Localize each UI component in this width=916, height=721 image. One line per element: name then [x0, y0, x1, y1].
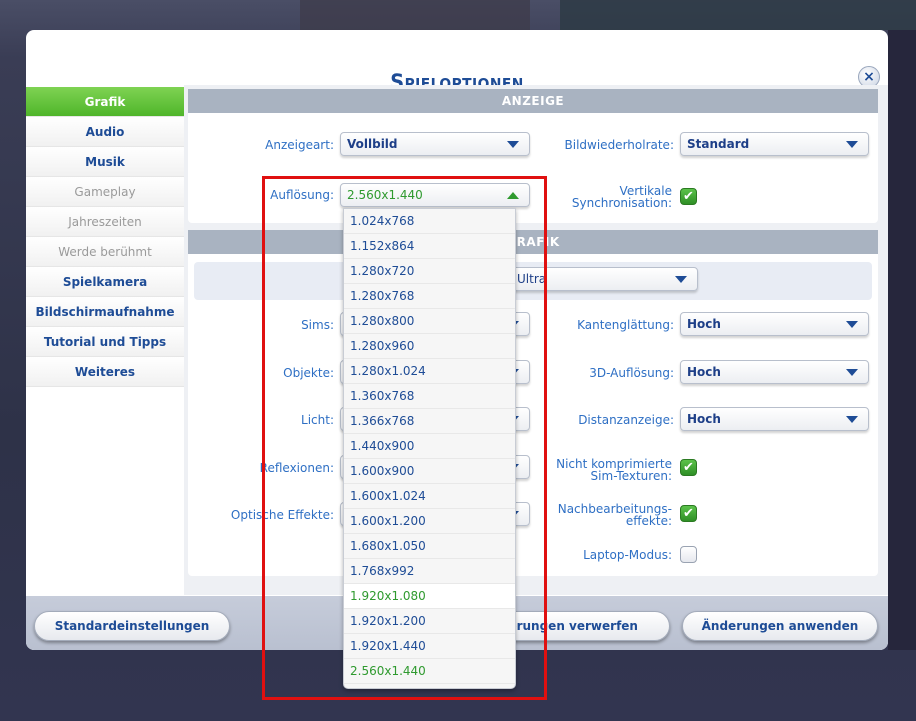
display-mode-label: Anzeigeart:	[265, 138, 334, 152]
chevron-up-icon	[507, 191, 519, 199]
graphics-preset-value: Ultra	[517, 272, 547, 286]
display-mode-value: Vollbild	[347, 137, 398, 151]
post-processing-label: Nachbearbeitungs- effekte:	[536, 503, 672, 527]
apply-changes-button[interactable]: Änderungen anwenden	[682, 611, 878, 641]
background-scene	[300, 0, 530, 30]
vsync-checkbox[interactable]: ✔	[680, 188, 697, 205]
resolution-option[interactable]: 1.920x1.080	[344, 584, 515, 609]
sidebar-item-musik[interactable]: Musik	[26, 147, 184, 177]
resolution-option[interactable]: 1.280x1.024	[344, 359, 515, 384]
draw-distance-label: Distanzanzeige:	[578, 413, 674, 427]
resolution-option[interactable]: 1.152x864	[344, 234, 515, 259]
draw-distance-value: Hoch	[687, 412, 721, 426]
chevron-down-icon	[846, 368, 858, 376]
resolution-option[interactable]: 1.280x960	[344, 334, 515, 359]
resolution-select[interactable]: 2.560x1.440	[340, 183, 530, 207]
refresh-rate-select[interactable]: Standard	[680, 132, 869, 156]
sidebar-item-gameplay[interactable]: Gameplay	[26, 177, 184, 207]
sims-label: Sims:	[301, 318, 334, 332]
light-label: Licht:	[301, 413, 334, 427]
checkmark-icon: ✔	[683, 189, 694, 204]
laptop-mode-label: Laptop-Modus:	[583, 548, 672, 562]
sidebar-item-tutorial[interactable]: Tutorial und Tipps	[26, 327, 184, 357]
uncompressed-textures-label-line2: Sim-Texturen:	[590, 469, 672, 483]
resolution-option[interactable]: 2.560x1.440	[344, 659, 515, 684]
antialiasing-select[interactable]: Hoch	[680, 312, 869, 336]
background-scene	[888, 30, 916, 650]
vsync-label-line2: Synchronisation:	[571, 196, 672, 210]
resolution-option[interactable]: 1.280x800	[344, 309, 515, 334]
graphics-preset-select[interactable]: Ultra	[510, 267, 698, 291]
refresh-rate-label: Bildwiederholrate:	[564, 138, 674, 152]
chevron-down-icon	[675, 275, 687, 283]
display-mode-select[interactable]: Vollbild	[340, 132, 530, 156]
resolution-value: 2.560x1.440	[347, 188, 423, 202]
resolution-label: Auflösung:	[270, 188, 334, 202]
sidebar-item-weiteres[interactable]: Weiteres	[26, 357, 184, 387]
reflections-label: Reflexionen:	[259, 461, 334, 475]
checkmark-icon: ✔	[683, 506, 694, 521]
display-section-header: ANZEIGE	[188, 89, 878, 113]
close-icon: ×	[863, 69, 875, 85]
resolution-option[interactable]: 1.024x768	[344, 209, 515, 234]
resolution-dropdown-list: 1.024x768 1.152x864 1.280x720 1.280x768 1.28…	[343, 208, 516, 689]
sidebar-item-bildschirmaufnahme[interactable]: Bildschirmaufnahme	[26, 297, 184, 327]
uncompressed-textures-label: Nicht komprimierte Sim-Texturen:	[536, 458, 672, 482]
sidebar-item-spielkamera[interactable]: Spielkamera	[26, 267, 184, 297]
defaults-button[interactable]: Standardeinstellungen	[34, 611, 230, 641]
laptop-mode-checkbox[interactable]	[680, 546, 697, 563]
display-section: ANZEIGE	[188, 89, 878, 223]
3d-resolution-label: 3D-Auflösung:	[589, 366, 674, 380]
background-scene	[560, 0, 916, 30]
resolution-option[interactable]: 1.768x992	[344, 559, 515, 584]
resolution-option[interactable]: 1.280x720	[344, 259, 515, 284]
vsync-label: Vertikale Synchronisation:	[546, 185, 672, 209]
sidebar-item-jahreszeiten[interactable]: Jahreszeiten	[26, 207, 184, 237]
chevron-down-icon	[846, 415, 858, 423]
resolution-option[interactable]: 1.680x1.050	[344, 534, 515, 559]
resolution-option[interactable]: 1.600x1.024	[344, 484, 515, 509]
resolution-option[interactable]: 1.600x900	[344, 459, 515, 484]
resolution-option[interactable]: 1.600x1.200	[344, 509, 515, 534]
post-processing-checkbox[interactable]: ✔	[680, 505, 697, 522]
checkmark-icon: ✔	[683, 460, 694, 475]
sidebar-item-werde-beruehmt[interactable]: Werde berühmt	[26, 237, 184, 267]
antialiasing-label: Kantenglättung:	[577, 318, 674, 332]
resolution-option[interactable]: 1.920x1.440	[344, 634, 515, 659]
refresh-rate-value: Standard	[687, 137, 750, 151]
resolution-option[interactable]: 1.440x900	[344, 434, 515, 459]
post-processing-label-line2: effekte:	[625, 514, 672, 528]
3d-resolution-value: Hoch	[687, 365, 721, 379]
options-sidebar: Grafik Audio Musik Gameplay Jahreszeiten…	[26, 87, 184, 387]
chevron-down-icon	[507, 140, 519, 148]
antialiasing-value: Hoch	[687, 317, 721, 331]
chevron-down-icon	[846, 140, 858, 148]
3d-resolution-select[interactable]: Hoch	[680, 360, 869, 384]
sidebar-item-audio[interactable]: Audio	[26, 117, 184, 147]
chevron-down-icon	[846, 320, 858, 328]
graphics-section-header: GRAFIK	[188, 230, 878, 254]
draw-distance-select[interactable]: Hoch	[680, 407, 869, 431]
resolution-option[interactable]: 1.360x768	[344, 384, 515, 409]
sidebar-item-grafik[interactable]: Grafik	[26, 87, 184, 117]
uncompressed-textures-checkbox[interactable]: ✔	[680, 459, 697, 476]
resolution-option[interactable]: 1.366x768	[344, 409, 515, 434]
objects-label: Objekte:	[283, 366, 334, 380]
resolution-option[interactable]: 1.920x1.200	[344, 609, 515, 634]
visual-effects-label: Optische Effekte:	[230, 508, 334, 522]
resolution-option[interactable]: 1.280x768	[344, 284, 515, 309]
